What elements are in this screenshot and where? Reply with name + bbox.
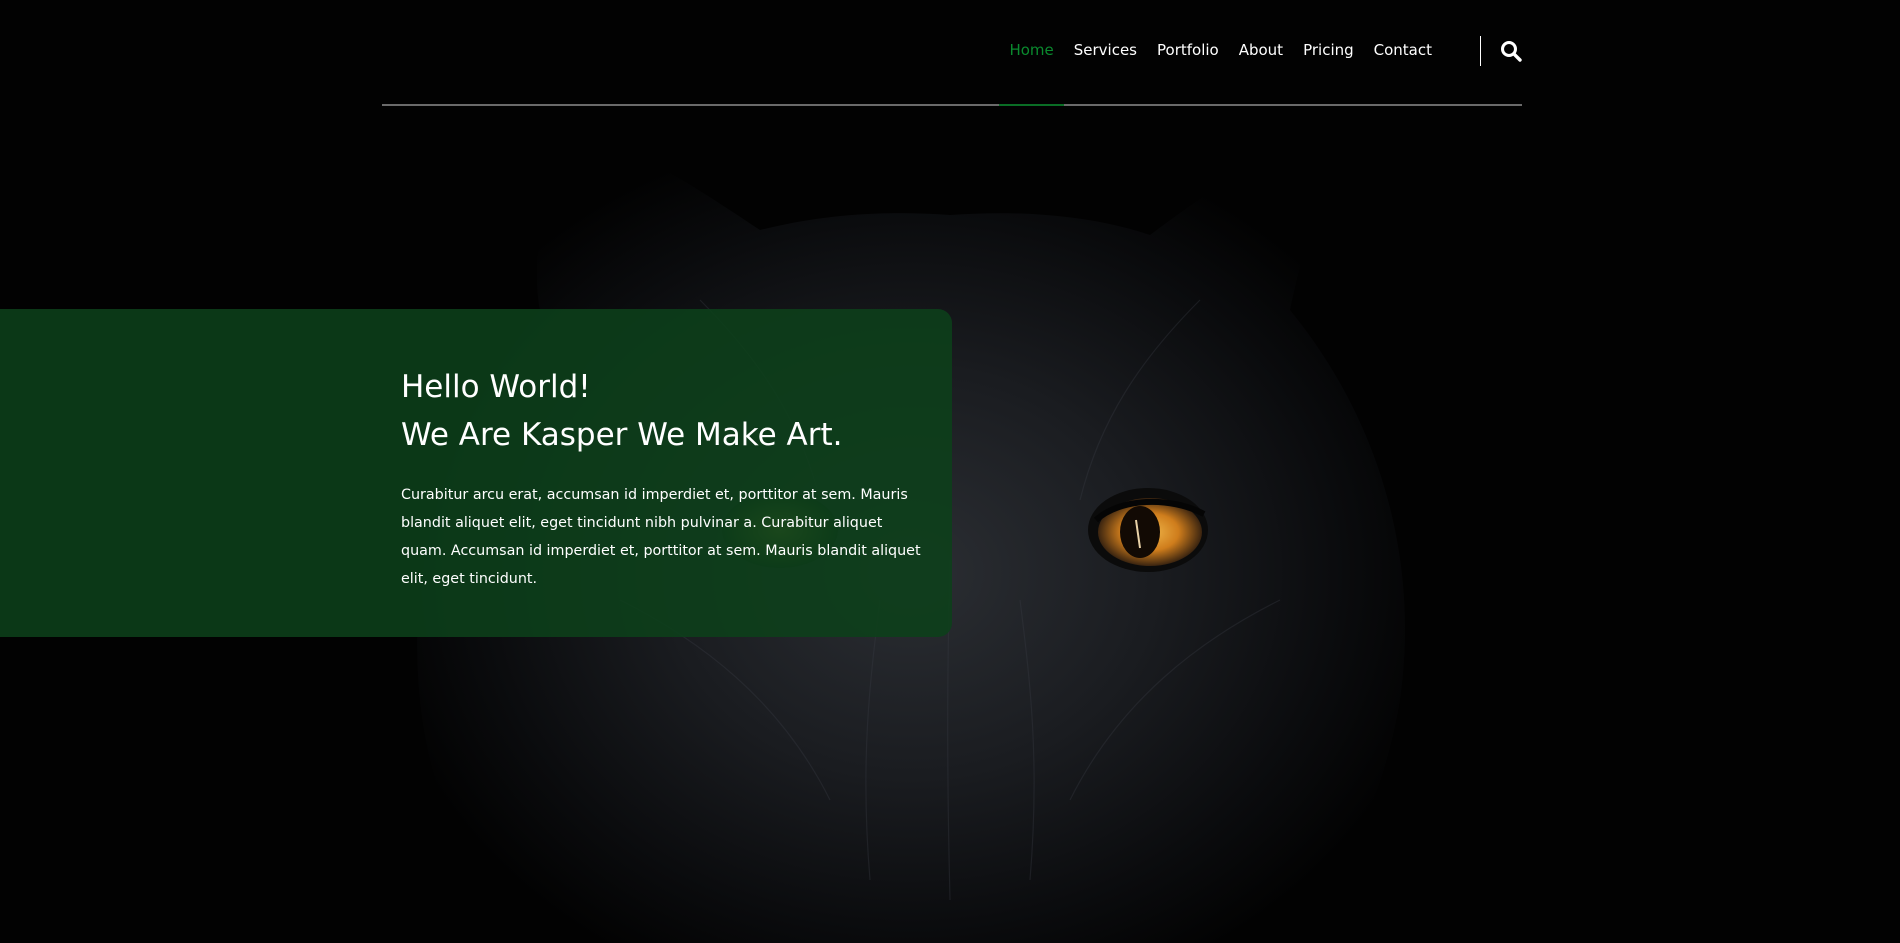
hero-title-line2: We Are Kasper We Make Art. bbox=[401, 417, 843, 453]
main-nav: Home Services Portfolio About Pricing Co… bbox=[999, 38, 1442, 106]
page: Home Services Portfolio About Pricing Co… bbox=[0, 0, 1900, 943]
nav-services[interactable]: Services bbox=[1064, 38, 1147, 62]
hero-panel: Hello World! We Are Kasper We Make Art. … bbox=[0, 309, 952, 637]
nav-home[interactable]: Home bbox=[999, 38, 1065, 106]
hero-title-line1: Hello World! bbox=[401, 369, 591, 405]
hero-content: Hello World! We Are Kasper We Make Art. … bbox=[401, 363, 921, 593]
nav-about[interactable]: About bbox=[1229, 38, 1293, 62]
hero-title: Hello World! We Are Kasper We Make Art. bbox=[401, 363, 921, 459]
nav-contact[interactable]: Contact bbox=[1364, 38, 1442, 62]
search-button[interactable] bbox=[1480, 36, 1522, 66]
nav-portfolio[interactable]: Portfolio bbox=[1147, 38, 1229, 62]
search-icon bbox=[1501, 41, 1522, 62]
hero-description: Curabitur arcu erat, accumsan id imperdi… bbox=[401, 487, 921, 587]
nav-pricing[interactable]: Pricing bbox=[1293, 38, 1364, 62]
site-header: Home Services Portfolio About Pricing Co… bbox=[382, 0, 1522, 106]
